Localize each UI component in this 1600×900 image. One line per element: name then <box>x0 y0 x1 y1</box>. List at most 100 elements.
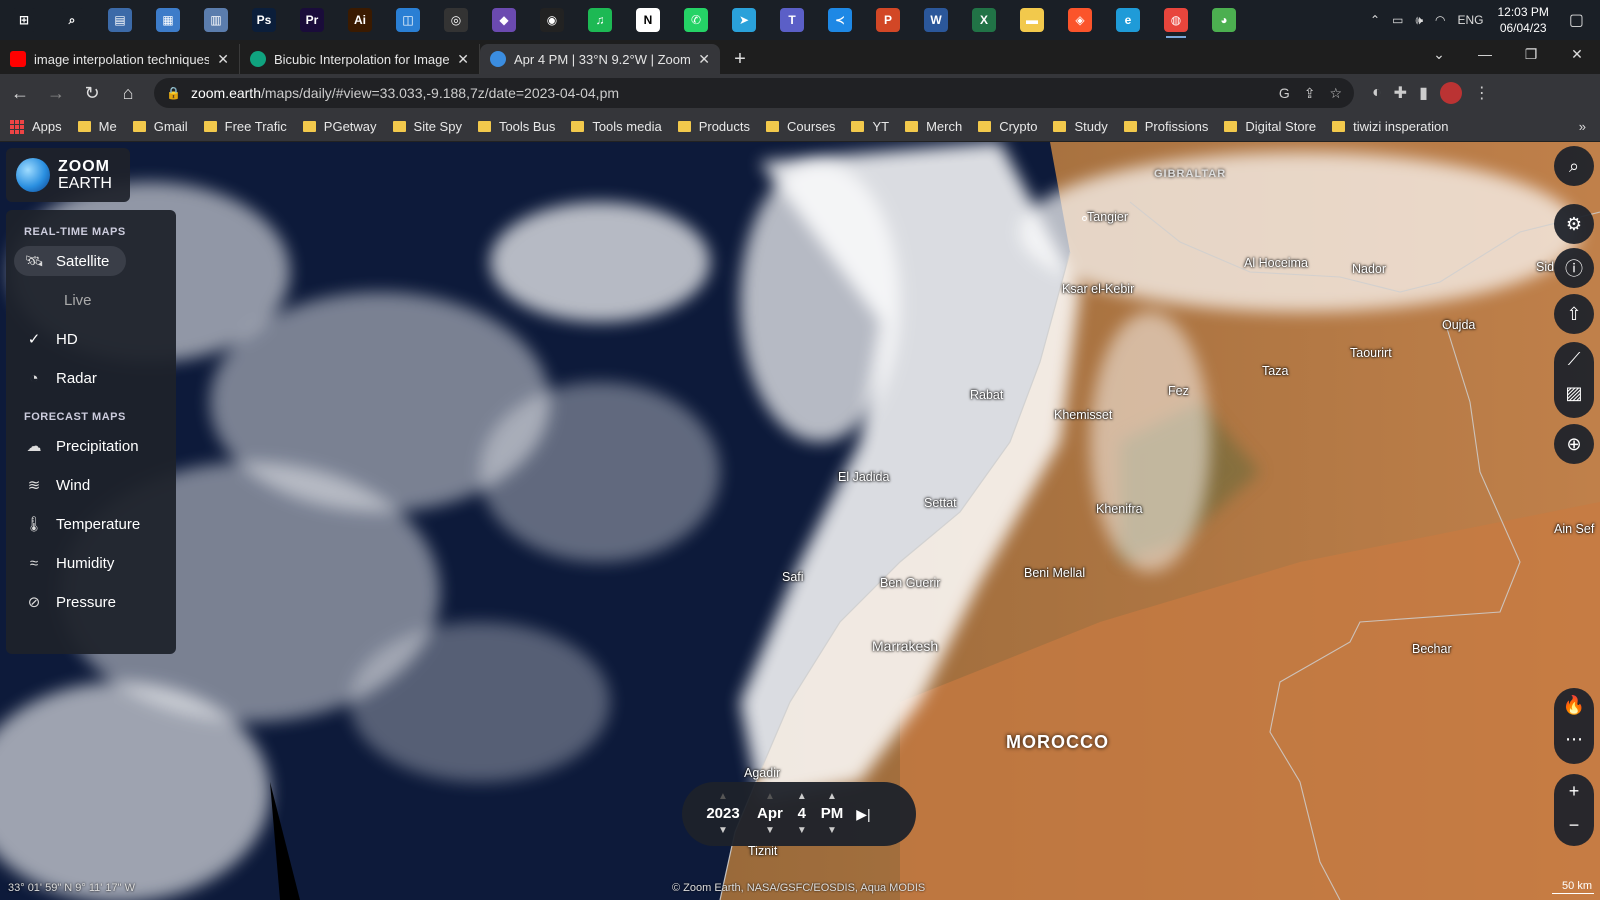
taskbar-davinci-icon[interactable]: ◎ <box>432 0 480 40</box>
taskbar-powerpoint-icon[interactable]: P <box>864 0 912 40</box>
fire-icon[interactable]: 🔥 <box>1563 688 1585 722</box>
taskbar-explorer-icon[interactable]: ▬ <box>1008 0 1056 40</box>
tab-image-interpolation[interactable]: image interpolation techniques - ✕ <box>0 44 240 74</box>
menu-kebab-icon[interactable]: ⋮ <box>1474 83 1490 103</box>
taskbar-vscode-icon[interactable]: ≺ <box>816 0 864 40</box>
grammarly-icon[interactable]: ◐ <box>1372 84 1382 102</box>
clock[interactable]: 12:03 PM 06/04/23 <box>1498 4 1549 36</box>
taskbar-photoshop-icon[interactable]: Ps <box>240 0 288 40</box>
bookmark-tiwizi-insperation[interactable]: tiwizi insperation <box>1332 119 1449 134</box>
taskbar-chrome-icon[interactable]: ◍ <box>1152 0 1200 40</box>
info-button[interactable]: ⓘ <box>1554 248 1594 288</box>
taskbar-app3-icon[interactable]: ◫ <box>384 0 432 40</box>
layer-humidity[interactable]: ≈ Humidity <box>14 548 168 578</box>
tab-search-icon[interactable]: ⌄ <box>1416 40 1462 68</box>
address-bar[interactable]: 🔒 zoom.earth /maps/daily/#view=33.033,-9… <box>154 78 1354 108</box>
bookmark-study[interactable]: Study <box>1053 119 1108 134</box>
taskbar-app4-icon[interactable]: ◆ <box>480 0 528 40</box>
taskbar-telegram-icon[interactable]: ➤ <box>720 0 768 40</box>
new-tab-button[interactable]: + <box>720 44 760 74</box>
taskbar-notion-icon[interactable]: N <box>624 0 672 40</box>
profile-avatar[interactable] <box>1439 82 1462 104</box>
close-tab-icon[interactable]: ✕ <box>217 51 229 68</box>
bookmark-pgetway[interactable]: PGetway <box>302 119 377 134</box>
more-bookmarks-icon[interactable]: » <box>1579 119 1586 134</box>
close-tab-icon[interactable]: ✕ <box>457 51 469 68</box>
bookmark-tools-media[interactable]: Tools media <box>571 119 662 134</box>
extensions-puzzle-icon[interactable]: ✚ <box>1394 83 1407 103</box>
taskbar-teams-icon[interactable]: T <box>768 0 816 40</box>
forward-button[interactable]: → <box>40 77 72 109</box>
side-panel-icon[interactable]: ▮ <box>1419 83 1428 103</box>
year-up-button[interactable]: ▲ <box>718 791 728 803</box>
wifi-icon[interactable]: ◠ <box>1435 13 1445 27</box>
taskbar-edge-icon[interactable]: e <box>1104 0 1152 40</box>
notifications-icon[interactable]: ▢ <box>1569 10 1584 30</box>
taskbar-obs-icon[interactable]: ◉ <box>528 0 576 40</box>
layer-satellite[interactable]: 🛰 Satellite <box>14 246 126 276</box>
lock-icon[interactable]: 🔒 <box>166 86 181 100</box>
taskbar-word-icon[interactable]: W <box>912 0 960 40</box>
back-button[interactable]: ← <box>4 77 36 109</box>
taskbar-spotify-icon[interactable]: ♫ <box>576 0 624 40</box>
bookmark-star-icon[interactable]: ☆ <box>1329 85 1342 102</box>
ampm-down-button[interactable]: ▼ <box>827 825 837 837</box>
google-icon[interactable]: G <box>1279 85 1290 102</box>
home-button[interactable]: ⌂ <box>112 77 144 109</box>
ampm-up-button[interactable]: ▲ <box>827 791 837 803</box>
reload-button[interactable]: ↻ <box>76 77 108 109</box>
zoom-in-button[interactable]: + <box>1569 774 1580 808</box>
restore-button[interactable]: ❐ <box>1508 40 1554 68</box>
settings-button[interactable]: ⚙ <box>1554 204 1594 244</box>
bookmark-digital-store[interactable]: Digital Store <box>1224 119 1316 134</box>
search-button[interactable]: ⌕ <box>1554 146 1594 186</box>
taskbar-excel-icon[interactable]: X <box>960 0 1008 40</box>
taskbar-search-icon[interactable]: ⌕ <box>48 0 96 40</box>
day-down-button[interactable]: ▼ <box>797 825 807 837</box>
bookmark-gmail[interactable]: Gmail <box>132 119 188 134</box>
zoom-earth-logo[interactable]: ZOOM EARTH <box>6 148 130 202</box>
taskbar-illustrator-icon[interactable]: Ai <box>336 0 384 40</box>
layer-radar[interactable]: ◔ Radar <box>14 363 168 393</box>
taskbar-app2-icon[interactable]: ▦ <box>144 0 192 40</box>
language-indicator[interactable]: ENG <box>1457 13 1483 27</box>
tab-zoom-earth[interactable]: Apr 4 PM | 33°N 9.2°W | Zoom Ea ✕ <box>480 44 720 74</box>
close-tab-icon[interactable]: ✕ <box>698 51 710 68</box>
bookmark-site-spy[interactable]: Site Spy <box>392 119 462 134</box>
layer-wind[interactable]: ≋ Wind <box>14 470 168 500</box>
share-icon[interactable]: ⇪ <box>1304 85 1316 102</box>
bookmark-profissions[interactable]: Profissions <box>1123 119 1208 134</box>
skip-to-latest-icon[interactable]: ▶| <box>856 806 870 823</box>
taskbar-calculator-icon[interactable]: ▥ <box>192 0 240 40</box>
zoom-out-button[interactable]: − <box>1569 808 1580 842</box>
layer-hd[interactable]: ✓ HD <box>14 324 168 354</box>
measure-line-icon[interactable]: ⟋ <box>1568 342 1581 376</box>
taskbar-start-icon[interactable]: ⊞ <box>0 0 48 40</box>
satellite-map[interactable]: GIBRALTAR Tangier Al Hoceima Nador Ksar … <box>0 142 1600 900</box>
battery-icon[interactable]: ▭ <box>1392 13 1403 27</box>
tab-bicubic-interpolation[interactable]: Bicubic Interpolation for Images ✕ <box>240 44 480 74</box>
bookmark-apps[interactable]: Apps <box>10 119 62 134</box>
volume-icon[interactable]: 🕪 <box>1415 13 1423 28</box>
month-up-button[interactable]: ▲ <box>765 791 775 803</box>
taskbar-premiere-icon[interactable]: Pr <box>288 0 336 40</box>
bookmark-crypto[interactable]: Crypto <box>978 119 1037 134</box>
area-hatch-icon[interactable]: ▨ <box>1565 376 1582 410</box>
layer-pressure[interactable]: ⊘ Pressure <box>14 587 168 617</box>
bookmark-free-trafic[interactable]: Free Trafic <box>203 119 287 134</box>
taskbar-brave-icon[interactable]: ◈ <box>1056 0 1104 40</box>
bookmark-tools-bus[interactable]: Tools Bus <box>477 119 555 134</box>
bookmark-merch[interactable]: Merch <box>905 119 962 134</box>
bookmark-courses[interactable]: Courses <box>766 119 835 134</box>
share-button[interactable]: ⇧ <box>1554 294 1594 334</box>
minimize-button[interactable]: — <box>1462 40 1508 68</box>
bookmark-products[interactable]: Products <box>677 119 750 134</box>
layer-live[interactable]: Live <box>14 285 168 315</box>
close-window-button[interactable]: ✕ <box>1554 40 1600 68</box>
month-down-button[interactable]: ▼ <box>765 825 775 837</box>
bookmark-yt[interactable]: YT <box>851 119 889 134</box>
layer-temperature[interactable]: 🌡 Temperature <box>14 509 168 539</box>
bookmark-me[interactable]: Me <box>77 119 117 134</box>
year-down-button[interactable]: ▼ <box>718 825 728 837</box>
taskbar-zoomearth-icon[interactable]: ◕ <box>1200 0 1248 40</box>
